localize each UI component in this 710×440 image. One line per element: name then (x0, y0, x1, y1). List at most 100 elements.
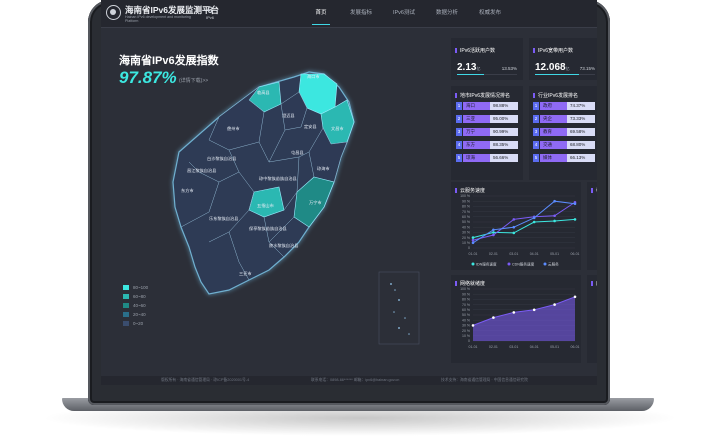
network-readiness-panel: 网络就绪度 100 % 90 % 80 % 70 % 60 % 50 % 40 % 30 % 2… (451, 275, 581, 363)
rank-number: 2 (456, 115, 462, 123)
data-point (532, 216, 536, 220)
data-point (492, 316, 495, 319)
nav-official-release[interactable]: 权威发布 (470, 0, 510, 27)
industry-ranking-row[interactable]: 3 教育 69.58% (533, 128, 595, 136)
data-point (573, 295, 577, 299)
y-tick-label: 0 (468, 246, 470, 250)
rank-number: 5 (456, 154, 462, 162)
legend-swatch (123, 312, 129, 317)
rank-value: 69.58% (567, 128, 595, 136)
x-tick-label: 05-01 (550, 345, 559, 349)
footer: 版权所有 · 海南省通信管理局 · 琼ICP备2020001号-4 联系电话：0… (101, 376, 597, 385)
city-ranking-row[interactable]: 3 万宁 90.99% (456, 128, 518, 136)
y-tick-label: 40 % (462, 225, 470, 229)
app-subtitle: Hainan IPv6 development and monitoring P… (125, 15, 191, 23)
dashboard-screen: 海南省IPv6发展监测平台 Hainan IPv6 development an… (101, 0, 597, 385)
x-tick-label: 04-01 (530, 345, 539, 349)
rank-number: 3 (456, 128, 462, 136)
stat-progress (457, 73, 517, 75)
y-tick-label: 100 % (460, 194, 470, 198)
hainan-map[interactable]: 海口市 临高县 澄迈县 定安县 文昌市 儋州市 屯昌县 琼海市 白沙黎族自治县 … (109, 32, 437, 362)
nav-ipv6-test[interactable]: IPv6测试 (384, 0, 424, 27)
data-point (492, 231, 495, 234)
series-line (472, 201, 576, 241)
map-label-dingan: 定安县 (304, 123, 317, 130)
data-point (512, 225, 516, 229)
map-label-dongfang: 东方市 (181, 187, 194, 194)
nav-development-indicators[interactable]: 发展指标 (341, 0, 381, 27)
stat-card-broadband-users[interactable]: IPv6宽带用户数 12.068亿 73.15% (529, 38, 597, 80)
stat-value: 12.068 (535, 62, 566, 73)
y-tick-label: 90 % (462, 199, 470, 203)
rank-number: 4 (456, 141, 462, 149)
legend-marker (507, 262, 511, 266)
city-ranking-row[interactable]: 4 东方 88.35% (456, 141, 518, 149)
map-label-qionghai: 琼海市 (317, 165, 330, 172)
rank-value: 73.33% (567, 115, 595, 123)
data-point (553, 199, 556, 203)
map-label-wenchang: 文昌市 (331, 125, 344, 132)
data-point (532, 220, 536, 224)
rank-number: 3 (533, 128, 539, 136)
rank-value: 74.37% (567, 102, 595, 110)
y-tick-label: 50 % (462, 220, 470, 224)
industry-ranking-row[interactable]: 4 交通 68.80% (533, 141, 595, 149)
legend-label: 云服务 (548, 261, 559, 266)
data-point (471, 241, 475, 245)
data-point (512, 231, 516, 235)
ipv6-logo-icon: 6 IPv6 (205, 5, 214, 21)
y-tick-label: 60 % (462, 215, 470, 219)
y-tick-label: 70 % (462, 303, 470, 307)
footer-mid: 联系电话：0898-66****** 邮箱：ipv6@hainan.gov.cn (311, 378, 400, 382)
city-ranking-row[interactable]: 1 海口 98.88% (456, 102, 518, 110)
legend-swatch (123, 285, 129, 290)
stat-card-active-users[interactable]: IPv6活跃用户数 2.13亿 13.53% (451, 38, 523, 80)
x-tick-label: 01-01 (469, 252, 478, 256)
nav-home[interactable]: 首页 (306, 0, 336, 27)
city-ranking-row[interactable]: 5 琼海 56.66% (456, 154, 518, 162)
city-ranking-row[interactable]: 2 三亚 95.00% (456, 115, 518, 123)
cloud-speed-chart: 100 %90 % 80 %70 %60 %50 %40 % 30 %20 %10 … (460, 194, 579, 266)
y-tick-label: 40 % (462, 318, 470, 322)
y-tick-label: 80 % (462, 298, 470, 302)
industry-ranking-row[interactable]: 1 政府 74.37% (533, 102, 595, 110)
rank-value: 95.00% (490, 115, 518, 123)
nav-data-analysis[interactable]: 数据分析 (427, 0, 467, 27)
rank-number: 5 (533, 154, 539, 162)
industry-ranking-row[interactable]: 2 央企 73.33% (533, 115, 595, 123)
legend-marker (471, 262, 475, 266)
y-tick-label: 20 % (462, 329, 470, 333)
rank-number: 4 (533, 141, 539, 149)
map-label-changjiang: 昌江黎族自治县 (187, 167, 216, 174)
data-point (573, 202, 577, 206)
rank-value: 68.80% (567, 141, 595, 149)
y-tick-label: 30 % (462, 231, 470, 235)
legend-label: IDN服务速度 (476, 261, 497, 266)
stat-progress (535, 73, 595, 75)
map-label-sanya: 三亚市 (239, 270, 252, 277)
app-panel-partial: 应 (587, 275, 597, 363)
south-sea-islands (390, 283, 410, 335)
rank-number: 1 (456, 102, 462, 110)
network-readiness-chart: 100 %90 % 80 %70 %60 %50 %40 % 30 %20 %10 … (460, 287, 579, 349)
data-point (553, 303, 556, 306)
y-tick-label: 80 % (462, 205, 470, 209)
rank-value: 56.66% (490, 154, 518, 162)
y-tick-label: 100 % (460, 287, 470, 291)
x-tick-label: 04-01 (530, 252, 539, 256)
series-area (473, 296, 575, 341)
map-label-qiongzhong: 琼中黎族苗族自治县 (259, 175, 297, 182)
map-label-baisha: 白沙黎族自治县 (207, 155, 236, 162)
stat-percent: 13.53% (501, 66, 517, 71)
rank-number: 2 (533, 115, 539, 123)
x-tick-label: 03-01 (509, 345, 518, 349)
map-label-wuzhishan: 五指山市 (257, 202, 274, 209)
data-point (471, 324, 475, 327)
stat-percent: 73.15% (579, 66, 595, 71)
data-point (532, 308, 536, 312)
industry-ranking-row[interactable]: 5 媒体 66.13% (533, 154, 595, 162)
y-tick-label: 50 % (462, 313, 470, 317)
x-tick-label: 02-01 (489, 345, 498, 349)
map-label-wanning: 万宁市 (309, 199, 322, 206)
map-panel: 海南省IPv6发展指数 97.87% (详情下载)>> 海口市 临高县 澄迈县 … (109, 32, 437, 362)
